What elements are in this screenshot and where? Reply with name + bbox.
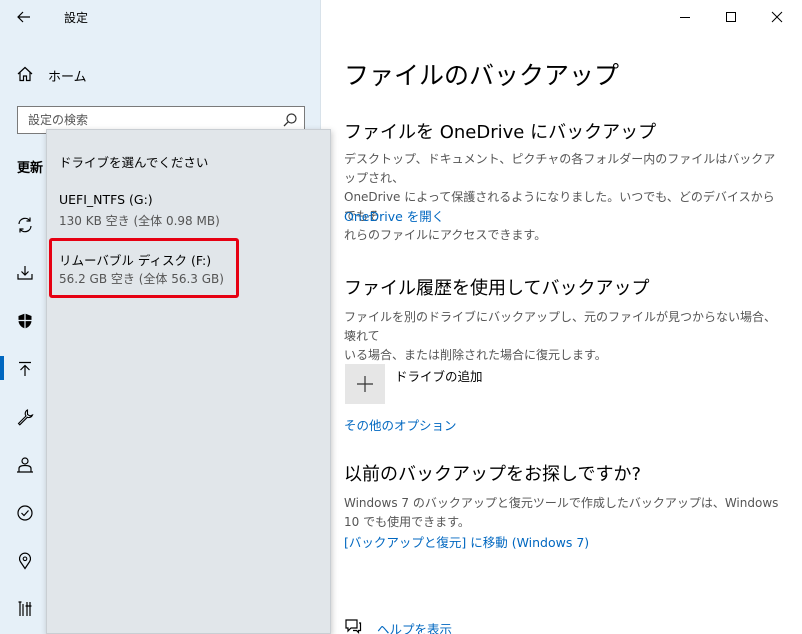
window-controls	[662, 0, 802, 34]
description-line: いる場合、または削除された場合に復元します。	[344, 348, 607, 362]
sidebar-item-windows-security[interactable]	[14, 310, 36, 332]
flyout-title: ドライブを選んでください	[59, 155, 209, 170]
plus-icon	[357, 376, 373, 392]
sidebar-item-troubleshoot[interactable]	[14, 406, 36, 428]
sidebar-item-recovery[interactable]	[14, 454, 36, 476]
minimize-icon	[680, 17, 690, 18]
file-history-heading: ファイル履歴を使用してバックアップ	[344, 278, 650, 299]
older-backup-description: Windows 7 のバックアップと復元ツールで作成したバックアップは、Wind…	[344, 494, 784, 532]
search-icon[interactable]	[282, 112, 298, 128]
sidebar-item-activation[interactable]	[14, 502, 36, 524]
sidebar-item-backup[interactable]	[14, 358, 36, 380]
home-icon	[17, 66, 33, 82]
page-title: ファイルのバックアップ	[344, 61, 620, 90]
drive-space-info: 130 KB 空き (全体 0.98 MB)	[59, 214, 220, 228]
sidebar-item-windows-update[interactable]	[14, 214, 36, 236]
description-line: デスクトップ、ドキュメント、ピクチャの各フォルダー内のファイルはバックアップされ…	[344, 152, 776, 185]
location-icon	[18, 552, 32, 570]
help-link[interactable]: ヘルプを表示	[377, 619, 452, 634]
highlight-annotation	[49, 238, 239, 298]
sidebar-item-label: ホーム	[48, 70, 87, 85]
drive-item-uefi-ntfs[interactable]: UEFI_NTFS (G:) 130 KB 空き (全体 0.98 MB)	[47, 192, 330, 240]
sidebar-item-find-device[interactable]	[14, 550, 36, 572]
sidebar-item-home[interactable]: ホーム	[0, 60, 321, 88]
shield-icon	[18, 313, 32, 329]
older-backup-heading: 以前のバックアップをお探しですか?	[344, 464, 642, 485]
app-title: 設定	[64, 11, 89, 25]
backup-arrow-icon	[19, 361, 31, 376]
close-icon	[771, 11, 783, 23]
delivery-icon	[17, 266, 33, 280]
file-history-description: ファイルを別のドライブにバックアップし、元のファイルが見つからない場合、壊れて …	[344, 308, 784, 365]
maximize-icon	[726, 12, 736, 22]
description-line: れらのファイルにアクセスできます。	[344, 228, 547, 242]
onedrive-heading: ファイルを OneDrive にバックアップ	[344, 122, 657, 143]
section-label: 更新	[17, 161, 44, 176]
sidebar-item-for-developers[interactable]	[14, 598, 36, 620]
add-drive-label[interactable]: ドライブの追加	[395, 366, 483, 385]
check-circle-icon	[17, 505, 33, 521]
onedrive-description: デスクトップ、ドキュメント、ピクチャの各フォルダー内のファイルはバックアップされ…	[344, 150, 784, 245]
wrench-icon	[17, 409, 34, 426]
maximize-button[interactable]	[708, 0, 754, 34]
more-options-link[interactable]: その他のオプション	[344, 415, 457, 434]
description-line: Windows 7 のバックアップと復元ツールで作成したバックアップは、Wind…	[344, 496, 779, 510]
description-line: 10 でも使用できます。	[344, 515, 470, 529]
title-bar: 設定	[0, 0, 321, 34]
backup-restore-link[interactable]: [バックアップと復元] に移動 (Windows 7)	[344, 532, 589, 551]
drive-picker-flyout: ドライブを選んでください UEFI_NTFS (G:) 130 KB 空き (全…	[46, 129, 331, 634]
back-button[interactable]	[12, 6, 36, 28]
sync-icon	[18, 217, 32, 233]
back-arrow-icon	[17, 11, 30, 23]
description-line: ファイルを別のドライブにバックアップし、元のファイルが見つからない場合、壊れて	[344, 310, 777, 343]
minimize-button[interactable]	[662, 0, 708, 34]
open-onedrive-link[interactable]: OneDrive を開く	[344, 206, 444, 225]
close-button[interactable]	[754, 0, 800, 34]
drive-name: UEFI_NTFS (G:)	[59, 192, 153, 207]
help-icon	[345, 619, 362, 634]
add-drive-button[interactable]	[345, 364, 385, 404]
sidebar-item-delivery-optimization[interactable]	[14, 262, 36, 284]
active-indicator	[0, 356, 4, 380]
person-recovery-icon	[17, 457, 33, 473]
tools-icon	[18, 601, 32, 616]
